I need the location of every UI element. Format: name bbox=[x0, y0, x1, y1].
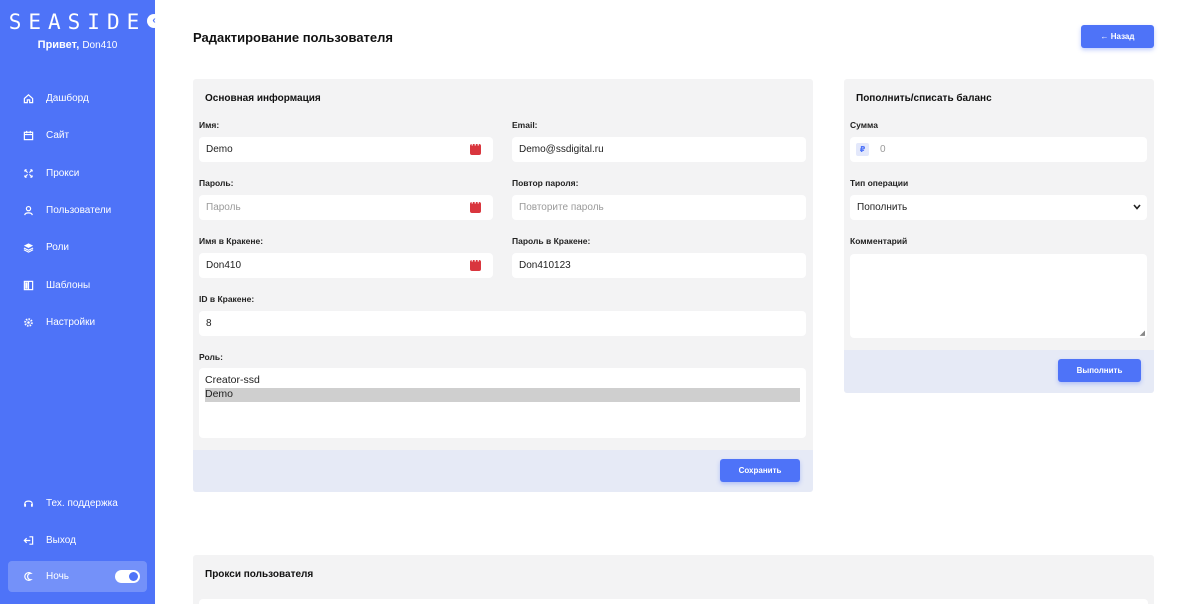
balance-card: Пополнить/списать баланс Сумма ₽ 0 Тип о… bbox=[844, 79, 1154, 393]
sidebar-item-dashboard[interactable]: Дашборд bbox=[0, 86, 155, 110]
proxy-icon bbox=[21, 166, 35, 180]
kraken-password-field[interactable]: Don410123 bbox=[512, 253, 806, 278]
calendar-icon bbox=[21, 128, 35, 142]
email-field[interactable]: Demo@ssdigital.ru bbox=[512, 137, 806, 162]
role-option-selected[interactable]: Demo bbox=[205, 388, 800, 402]
layers-icon bbox=[21, 240, 35, 254]
sidebar-item-label: Шаблоны bbox=[46, 279, 91, 291]
operation-value: Пополнить bbox=[857, 202, 908, 213]
password-repeat-label: Повтор пароля: bbox=[512, 178, 579, 188]
user-proxy-card: Прокси пользователя bbox=[193, 555, 1154, 604]
kraken-id-field[interactable]: 8 bbox=[199, 311, 806, 336]
sidebar-item-roles[interactable]: Роли bbox=[0, 235, 155, 259]
night-mode-label: Ночь bbox=[46, 571, 69, 582]
template-icon bbox=[21, 278, 35, 292]
chevron-down-icon bbox=[1133, 203, 1141, 212]
logout-icon bbox=[21, 533, 35, 547]
home-icon bbox=[21, 91, 35, 105]
password-placeholder: Пароль bbox=[206, 202, 241, 213]
sidebar-item-templates[interactable]: Шаблоны bbox=[0, 273, 155, 297]
sidebar-item-label: Выход bbox=[46, 534, 76, 546]
card-footer: Выполнить bbox=[844, 350, 1154, 393]
sidebar: SEASIDE ‹ Привет, Don410 Дашборд Сайт Пр… bbox=[0, 0, 161, 604]
role-select[interactable]: Creator-ssd Demo bbox=[199, 368, 806, 438]
card-title: Основная информация bbox=[205, 93, 321, 104]
email-label: Email: bbox=[512, 120, 538, 130]
kraken-password-value: Don410123 bbox=[519, 260, 571, 271]
card-footer: Сохранить bbox=[193, 450, 813, 492]
greeting-username: Don410 bbox=[82, 40, 118, 51]
greeting-label: Привет, bbox=[37, 39, 80, 51]
name-field[interactable]: Demo bbox=[199, 137, 493, 162]
operation-select[interactable]: Пополнить bbox=[850, 195, 1147, 220]
sidebar-item-label: Сайт bbox=[46, 129, 70, 141]
save-button[interactable]: Сохранить bbox=[720, 459, 800, 482]
gear-icon bbox=[21, 315, 35, 329]
amount-field[interactable]: ₽ 0 bbox=[850, 137, 1147, 162]
kraken-id-value: 8 bbox=[206, 318, 212, 329]
kraken-name-value: Don410 bbox=[206, 260, 242, 271]
role-option[interactable]: Creator-ssd bbox=[205, 374, 800, 388]
page-title: Радактирование пользователя bbox=[193, 30, 393, 45]
sidebar-item-label: Настройки bbox=[46, 316, 96, 328]
keepass-icon[interactable] bbox=[470, 198, 481, 213]
comment-label: Комментарий bbox=[850, 236, 908, 246]
sidebar-item-logout[interactable]: Выход bbox=[0, 528, 155, 552]
operation-label: Тип операции bbox=[850, 178, 909, 188]
kraken-id-label: ID в Кракене: bbox=[199, 294, 255, 304]
email-value: Demo@ssdigital.ru bbox=[519, 144, 604, 155]
password-field[interactable]: Пароль bbox=[199, 195, 493, 220]
headset-icon bbox=[21, 496, 35, 510]
name-value: Demo bbox=[206, 144, 233, 155]
password-repeat-field[interactable]: Повторите пароль bbox=[512, 195, 806, 220]
sidebar-item-proxy[interactable]: Прокси bbox=[0, 161, 155, 185]
sidebar-item-label: Прокси bbox=[46, 167, 80, 179]
logo: SEASIDE bbox=[8, 10, 147, 34]
resize-handle-icon[interactable]: ◢ bbox=[1140, 329, 1145, 337]
kraken-name-label: Имя в Кракене: bbox=[199, 236, 264, 246]
name-label: Имя: bbox=[199, 120, 220, 130]
amount-placeholder: 0 bbox=[880, 144, 886, 155]
night-mode-toggle[interactable] bbox=[115, 570, 140, 583]
password-label: Пароль: bbox=[199, 178, 234, 188]
ruble-icon: ₽ bbox=[856, 143, 869, 156]
night-mode-item[interactable]: Ночь bbox=[8, 561, 147, 592]
back-button[interactable]: ← Назад bbox=[1081, 25, 1154, 48]
sidebar-item-settings[interactable]: Настройки bbox=[0, 310, 155, 334]
comment-textarea[interactable]: ◢ bbox=[850, 254, 1147, 338]
card-title: Прокси пользователя bbox=[205, 569, 314, 580]
sidebar-item-label: Роли bbox=[46, 241, 69, 253]
sidebar-item-label: Пользователи bbox=[46, 204, 112, 216]
sidebar-item-label: Дашборд bbox=[46, 92, 89, 104]
submit-button[interactable]: Выполнить bbox=[1058, 359, 1141, 382]
kraken-password-label: Пароль в Кракене: bbox=[512, 236, 591, 246]
amount-label: Сумма bbox=[850, 120, 878, 130]
sidebar-item-support[interactable]: Тех. поддержка bbox=[0, 491, 155, 515]
sidebar-item-users[interactable]: Пользователи bbox=[0, 198, 155, 222]
password-repeat-placeholder: Повторите пароль bbox=[519, 202, 604, 213]
main-info-card: Основная информация Имя: Demo Email: Dem… bbox=[193, 79, 813, 492]
sidebar-item-site[interactable]: Сайт bbox=[0, 123, 155, 147]
collapse-sidebar-icon[interactable]: ‹ bbox=[147, 14, 161, 28]
greeting: Привет, Don410 bbox=[0, 39, 155, 51]
moon-icon bbox=[21, 570, 35, 584]
keepass-icon[interactable] bbox=[470, 140, 481, 155]
sidebar-item-label: Тех. поддержка bbox=[46, 497, 118, 509]
card-title: Пополнить/списать баланс bbox=[856, 93, 992, 104]
user-icon bbox=[21, 203, 35, 217]
kraken-name-field[interactable]: Don410 bbox=[199, 253, 493, 278]
proxy-table-area bbox=[199, 599, 1148, 604]
role-label: Роль: bbox=[199, 352, 223, 362]
keepass-icon[interactable] bbox=[470, 256, 481, 271]
